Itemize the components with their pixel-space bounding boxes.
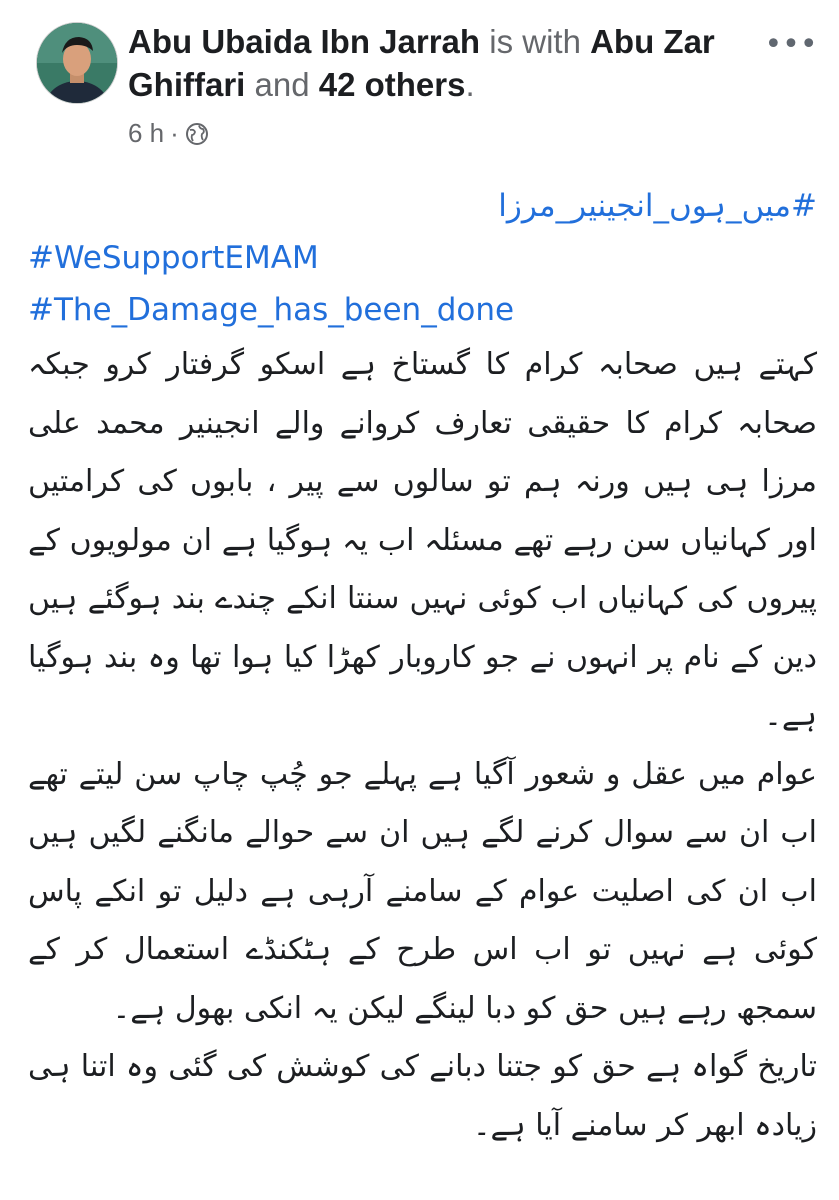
others-link[interactable]: 42 others	[319, 66, 466, 103]
post-paragraph: کہتے ہیں صحابہ کرام کا گستاخ ہے اسکو گرف…	[28, 347, 817, 733]
author-name[interactable]: Abu Ubaida Ibn Jarrah	[128, 23, 480, 60]
post-header: Abu Ubaida Ibn Jarrah is with Abu Zar Gh…	[0, 0, 839, 170]
post-paragraph: عوام میں عقل و شعور آگیا ہے پہلے جو چُپ …	[28, 756, 817, 1026]
hashtag-link[interactable]: #The_Damage_has_been_done	[0, 284, 839, 336]
post-time[interactable]: 6 h	[128, 118, 164, 149]
author-avatar[interactable]	[36, 22, 118, 104]
and-connector: and	[254, 66, 310, 103]
post-meta: 6 h ·	[128, 118, 209, 149]
post-paragraph: تاریخ گواہ ہے حق کو جتنا دبانے کی کوشش ک…	[28, 1049, 817, 1143]
avatar-image	[37, 23, 117, 103]
hashtag-link[interactable]: #WeSupportEMAM	[0, 232, 839, 284]
post-author-line: Abu Ubaida Ibn Jarrah is with Abu Zar Gh…	[128, 20, 748, 106]
more-options-icon[interactable]: •••	[764, 24, 817, 64]
with-connector: is with	[489, 23, 581, 60]
globe-icon[interactable]	[185, 122, 209, 146]
meta-separator: ·	[170, 118, 179, 148]
post-body: کہتے ہیں صحابہ کرام کا گستاخ ہے اسکو گرف…	[0, 336, 839, 1155]
author-line-period: .	[465, 66, 475, 103]
post-content: #میں_ہوں_انجینیر_مرزا #WeSupportEMAM #Th…	[0, 180, 839, 1155]
hashtag-link[interactable]: #میں_ہوں_انجینیر_مرزا	[0, 180, 839, 232]
